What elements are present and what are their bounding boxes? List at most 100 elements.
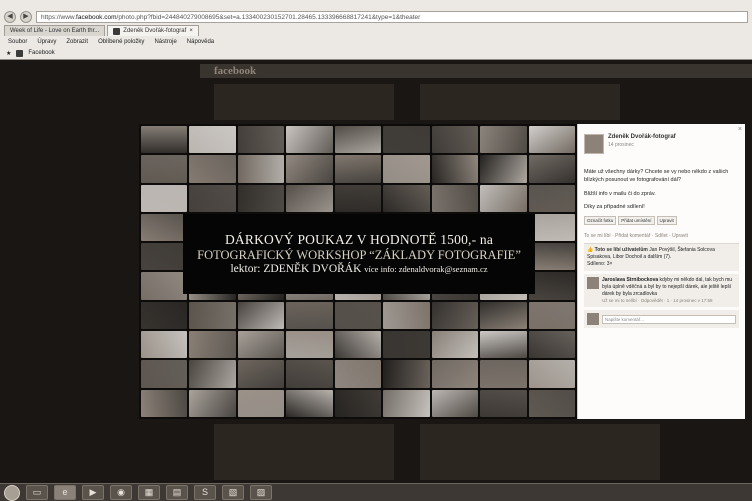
comment-input[interactable]: Napište komentář... bbox=[602, 314, 736, 324]
collage-thumbnail bbox=[528, 331, 575, 359]
ghost-post bbox=[420, 424, 660, 480]
menu-napoveda[interactable]: Nápověda bbox=[187, 37, 214, 47]
post-paragraph: Díky za případné sdílení! bbox=[584, 203, 645, 210]
media-player-icon[interactable]: ▶ bbox=[82, 485, 104, 500]
collage-thumbnail bbox=[237, 126, 285, 154]
collage-thumbnail bbox=[528, 301, 575, 330]
explorer-icon[interactable]: ▭ bbox=[26, 485, 48, 500]
tab-week-of-life[interactable]: Week of Life - Love on Earth thr... bbox=[4, 25, 106, 36]
close-icon[interactable]: × bbox=[738, 126, 742, 133]
comment: Jaroslava Strnibockova kdyby mi někdo da… bbox=[584, 274, 739, 308]
skype-icon[interactable]: S bbox=[194, 485, 216, 500]
facebook-top-bar bbox=[200, 64, 752, 78]
collage-thumbnail bbox=[286, 126, 333, 154]
like-comment-share-links[interactable]: To se mi líbí · Přidat komentář · Sdílet… bbox=[584, 233, 739, 239]
comment-meta[interactable]: Už se mi to nelíbí · Odpovědět · 1 · 14 … bbox=[602, 298, 736, 304]
ghost-post bbox=[420, 84, 620, 120]
collage-thumbnail bbox=[334, 331, 382, 359]
collage-thumbnail bbox=[528, 360, 575, 388]
url-prefix: https://www. bbox=[41, 13, 77, 21]
collage-thumbnail bbox=[334, 155, 382, 183]
menu-bar: Soubor Úpravy Zobrazit Oblíbené položky … bbox=[0, 37, 752, 47]
forward-button[interactable]: ▶ bbox=[20, 11, 32, 23]
collage-thumbnail bbox=[237, 331, 285, 359]
collage-thumbnail bbox=[141, 155, 188, 183]
collage-thumbnail bbox=[480, 360, 527, 388]
collage-thumbnail bbox=[189, 389, 236, 417]
likes-more[interactable]: a dalším (7). bbox=[643, 254, 671, 260]
tab-label: Week of Life - Love on Earth thr... bbox=[10, 28, 100, 34]
collage-thumbnail bbox=[286, 301, 333, 330]
collage-thumbnail bbox=[237, 360, 285, 388]
taskbar: ▭ e ▶ ◉ ▦ ▤ S ▧ ▨ bbox=[0, 483, 752, 501]
menu-upravy[interactable]: Úpravy bbox=[37, 37, 56, 47]
image-viewer-icon[interactable]: ▧ bbox=[222, 485, 244, 500]
favorites-bar: ★ Facebook bbox=[0, 47, 752, 59]
close-tab-icon[interactable]: × bbox=[189, 26, 193, 36]
post-paragraph: Bližší info v mailu či do zpráv. bbox=[584, 190, 656, 197]
collage-thumbnail bbox=[383, 301, 430, 330]
tab-strip: Week of Life - Love on Earth thr... Zden… bbox=[0, 25, 199, 36]
collage-thumbnail bbox=[189, 301, 236, 330]
collage-thumbnail bbox=[189, 331, 236, 359]
avatar[interactable] bbox=[587, 277, 599, 289]
collage-thumbnail bbox=[528, 272, 575, 300]
menu-nastroje[interactable]: Nástroje bbox=[154, 37, 176, 47]
post-date[interactable]: 14 prosinec bbox=[608, 142, 676, 148]
photo-image[interactable]: DÁRKOVÝ POUKAZ V HODNOTĚ 1500,- na FOTOG… bbox=[139, 124, 577, 419]
ghost-post bbox=[214, 424, 394, 480]
photo-actions: Označit fotku Přidat umístění Upravit bbox=[584, 216, 739, 225]
collage-thumbnail bbox=[528, 213, 575, 242]
thumbs-up-icon: 👍 bbox=[587, 247, 594, 253]
avatar bbox=[587, 313, 599, 326]
collage-thumbnail bbox=[286, 155, 333, 183]
collage-thumbnail bbox=[528, 126, 575, 154]
post-paragraph: Máte už všechny dárky? Chcete se vy nebo… bbox=[584, 169, 729, 184]
collage-thumbnail bbox=[141, 272, 188, 300]
collage-thumbnail bbox=[431, 155, 479, 183]
url-field[interactable]: https://www. facebook.com/photo.php?fbid=… bbox=[36, 11, 748, 23]
spreadsheet-icon[interactable]: ▦ bbox=[138, 485, 160, 500]
collage-thumbnail bbox=[480, 389, 527, 417]
firefox-icon[interactable]: ◉ bbox=[110, 485, 132, 500]
collage-thumbnail bbox=[431, 389, 479, 417]
collage-thumbnail bbox=[141, 301, 188, 330]
collage-thumbnail bbox=[528, 155, 575, 183]
ghost-post bbox=[214, 84, 394, 120]
collage-thumbnail bbox=[237, 301, 285, 330]
edit-button[interactable]: Upravit bbox=[656, 216, 677, 225]
collage-thumbnail bbox=[189, 184, 236, 212]
tag-photo-button[interactable]: Označit fotku bbox=[584, 216, 617, 225]
menu-zobrazit[interactable]: Zobrazit bbox=[66, 37, 88, 47]
collage-thumbnail bbox=[431, 331, 479, 359]
internet-explorer-icon[interactable]: e bbox=[54, 485, 76, 500]
comment-author[interactable]: Jaroslava Strnibockova bbox=[602, 277, 658, 283]
document-icon[interactable]: ▤ bbox=[166, 485, 188, 500]
tab-zdenek-dvorak[interactable]: Zdeněk Dvořák-fotograf × bbox=[107, 25, 199, 36]
add-location-button[interactable]: Přidat umístění bbox=[618, 216, 655, 225]
collage-thumbnail bbox=[431, 126, 479, 154]
avatar[interactable] bbox=[584, 134, 604, 154]
voucher-line-1: DÁRKOVÝ POUKAZ V HODNOTĚ 1500,- na bbox=[224, 231, 494, 247]
page-name[interactable]: Zdeněk Dvořák-fotograf bbox=[608, 134, 676, 140]
collage-thumbnail bbox=[334, 360, 382, 388]
likes-prefix: Toto se líbí uživatelům bbox=[594, 247, 648, 253]
favorite-facebook[interactable]: Facebook bbox=[28, 50, 54, 56]
collage-thumbnail bbox=[334, 126, 382, 154]
collage-thumbnail bbox=[480, 155, 527, 183]
collage-thumbnail bbox=[480, 331, 527, 359]
editor-icon[interactable]: ▨ bbox=[250, 485, 272, 500]
menu-oblibene[interactable]: Oblíbené položky bbox=[98, 37, 144, 47]
back-button[interactable]: ◀ bbox=[4, 11, 16, 23]
collage-thumbnail bbox=[141, 213, 188, 242]
star-icon[interactable]: ★ bbox=[6, 50, 11, 57]
browser-chrome: ◀ ▶ https://www. facebook.com/photo.php?f… bbox=[0, 0, 752, 60]
shares-count[interactable]: Sdíleno: 3× bbox=[587, 261, 736, 268]
lecturer: lektor: ZDENĚK DVOŘÁK bbox=[230, 262, 362, 275]
contact-info: více info: zdenaldvorak@seznam.cz bbox=[364, 263, 488, 274]
start-button[interactable] bbox=[4, 484, 20, 501]
collage-thumbnail bbox=[141, 360, 188, 388]
voucher-line-3: lektor: ZDENĚK DVOŘÁK více info: zdenald… bbox=[230, 263, 487, 277]
collage-thumbnail bbox=[431, 184, 479, 212]
menu-soubor[interactable]: Soubor bbox=[8, 37, 27, 47]
